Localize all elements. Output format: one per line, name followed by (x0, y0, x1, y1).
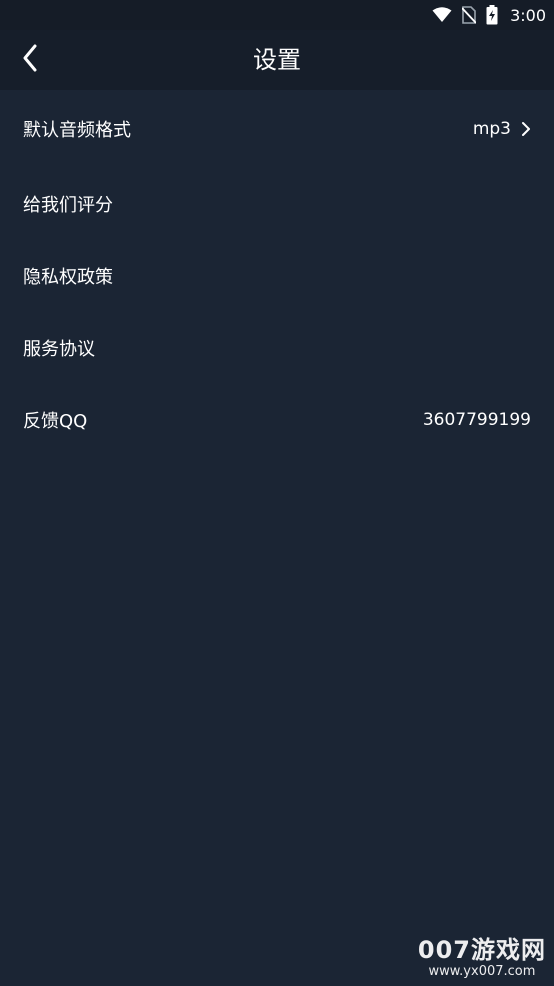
battery-charging-icon (486, 5, 498, 25)
watermark: 007游戏网 www.yx007.com (418, 936, 546, 980)
status-icons: 3:00 (432, 0, 546, 30)
setting-label: 给我们评分 (23, 195, 113, 216)
status-time: 3:00 (510, 5, 546, 25)
setting-label: 默认音频格式 (23, 120, 131, 141)
settings-screen: 3:00 设置 默认音频格式 mp3 给我们评分 隐私权政策 服务协议 反馈QQ… (0, 0, 554, 986)
setting-value: 3607799199 (422, 410, 531, 430)
setting-value-group: 3607799199 (423, 410, 531, 430)
chevron-left-icon (22, 44, 38, 76)
setting-rate-us[interactable]: 给我们评分 (0, 168, 554, 240)
setting-default-audio-format[interactable]: 默认音频格式 mp3 (0, 90, 554, 168)
setting-value-group: mp3 (473, 119, 531, 139)
no-sim-icon (462, 6, 477, 24)
setting-feedback-qq[interactable]: 反馈QQ 3607799199 (0, 384, 554, 456)
page-title: 设置 (253, 46, 301, 74)
setting-label: 服务协议 (23, 339, 95, 360)
app-bar: 设置 (0, 30, 554, 90)
setting-privacy-policy[interactable]: 隐私权政策 (0, 240, 554, 312)
status-bar: 3:00 (0, 0, 554, 30)
setting-label: 隐私权政策 (23, 267, 113, 288)
wifi-icon (432, 7, 452, 23)
watermark-url: www.yx007.com (428, 964, 536, 979)
chevron-right-icon (521, 121, 531, 137)
settings-list: 默认音频格式 mp3 给我们评分 隐私权政策 服务协议 反馈QQ 3607799… (0, 90, 554, 456)
watermark-logo-text: 007游戏网 (417, 936, 546, 964)
setting-label: 反馈QQ (23, 411, 88, 432)
setting-service-agreement[interactable]: 服务协议 (0, 312, 554, 384)
setting-value: mp3 (472, 119, 511, 139)
back-button[interactable] (8, 38, 52, 82)
